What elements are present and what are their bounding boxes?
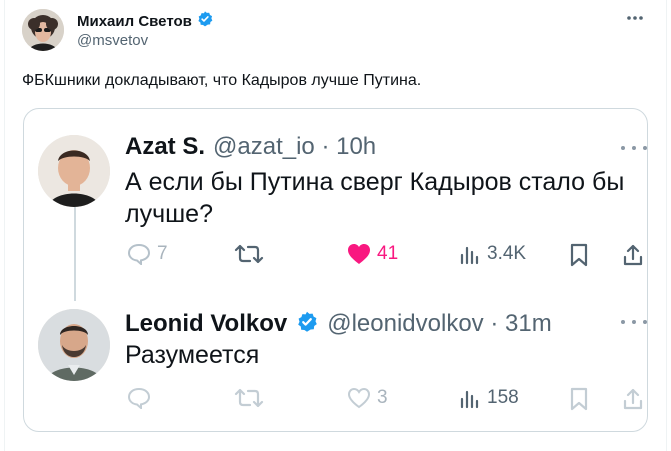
- volkov-meta: @leonidvolkov · 31m: [327, 310, 552, 337]
- heart-icon: [347, 387, 371, 409]
- volkov-more-icon: [621, 316, 647, 328]
- volkov-verified-icon: [295, 310, 319, 341]
- azat-header: Azat S. @azat_io · 10h: [125, 133, 376, 161]
- author-avatar-image: [22, 9, 64, 51]
- author-name[interactable]: Михаил Светов: [77, 13, 192, 30]
- volkov-name: Leonid Volkov: [125, 310, 288, 337]
- divider-left: [4, 0, 5, 451]
- share-icon: [621, 387, 645, 411]
- azat-bookmark: [569, 243, 589, 267]
- author-name-row: Михаил Светов: [77, 10, 214, 33]
- bookmark-icon: [569, 243, 589, 267]
- more-icon[interactable]: [621, 8, 649, 28]
- volkov-share: [621, 387, 645, 411]
- tweet: Михаил Светов @msvetov ФБКшники докладыв…: [0, 0, 671, 451]
- azat-meta: @azat_io · 10h: [213, 133, 377, 160]
- azat-like-count: 41: [377, 243, 399, 264]
- views-icon: [459, 243, 481, 265]
- thread-line: [74, 207, 76, 301]
- azat-avatar: [38, 135, 110, 207]
- volkov-views-count: 158: [487, 387, 519, 408]
- post-text: ФБКшники докладывают, что Кадыров лучше …: [22, 72, 422, 89]
- views-icon: [459, 387, 481, 409]
- volkov-like-count: 3: [377, 387, 388, 408]
- volkov-bookmark: [569, 387, 589, 411]
- quoted-screenshot-card[interactable]: Azat S. @azat_io · 10h А если бы Путина …: [23, 108, 648, 432]
- volkov-views: 158: [459, 387, 519, 409]
- author-handle[interactable]: @msvetov: [77, 32, 148, 49]
- reply-icon: [127, 387, 151, 409]
- share-icon: [621, 243, 645, 267]
- azat-reply: 7: [127, 243, 168, 265]
- volkov-retweet: [234, 387, 264, 409]
- azat-text: А если бы Путина сверг Кадыров стало бы …: [125, 166, 624, 230]
- volkov-header: Leonid Volkov @leonidvolkov · 31m: [125, 307, 552, 338]
- bookmark-icon: [569, 387, 589, 411]
- retweet-icon: [234, 243, 264, 265]
- azat-text-line2: лучше?: [125, 200, 213, 228]
- reply-icon: [127, 243, 151, 265]
- divider-right: [666, 0, 667, 451]
- azat-views: 3.4K: [459, 243, 526, 265]
- volkov-reply: [127, 387, 151, 409]
- azat-text-line1: А если бы Путина сверг Кадыров стало бы: [125, 168, 625, 196]
- volkov-avatar: [38, 309, 110, 381]
- author-avatar[interactable]: [22, 9, 64, 51]
- azat-retweet: [234, 243, 264, 265]
- heart-icon: [347, 243, 371, 265]
- azat-reply-count: 7: [157, 243, 168, 264]
- volkov-like: 3: [347, 387, 388, 409]
- volkov-text: Разумеется: [125, 341, 260, 369]
- azat-name: Azat S.: [125, 133, 206, 160]
- azat-more-icon: [621, 142, 647, 154]
- azat-views-count: 3.4K: [487, 243, 527, 264]
- verified-icon: [196, 10, 214, 33]
- retweet-icon: [234, 387, 264, 409]
- azat-like: 41: [347, 243, 398, 265]
- azat-share: [621, 243, 645, 267]
